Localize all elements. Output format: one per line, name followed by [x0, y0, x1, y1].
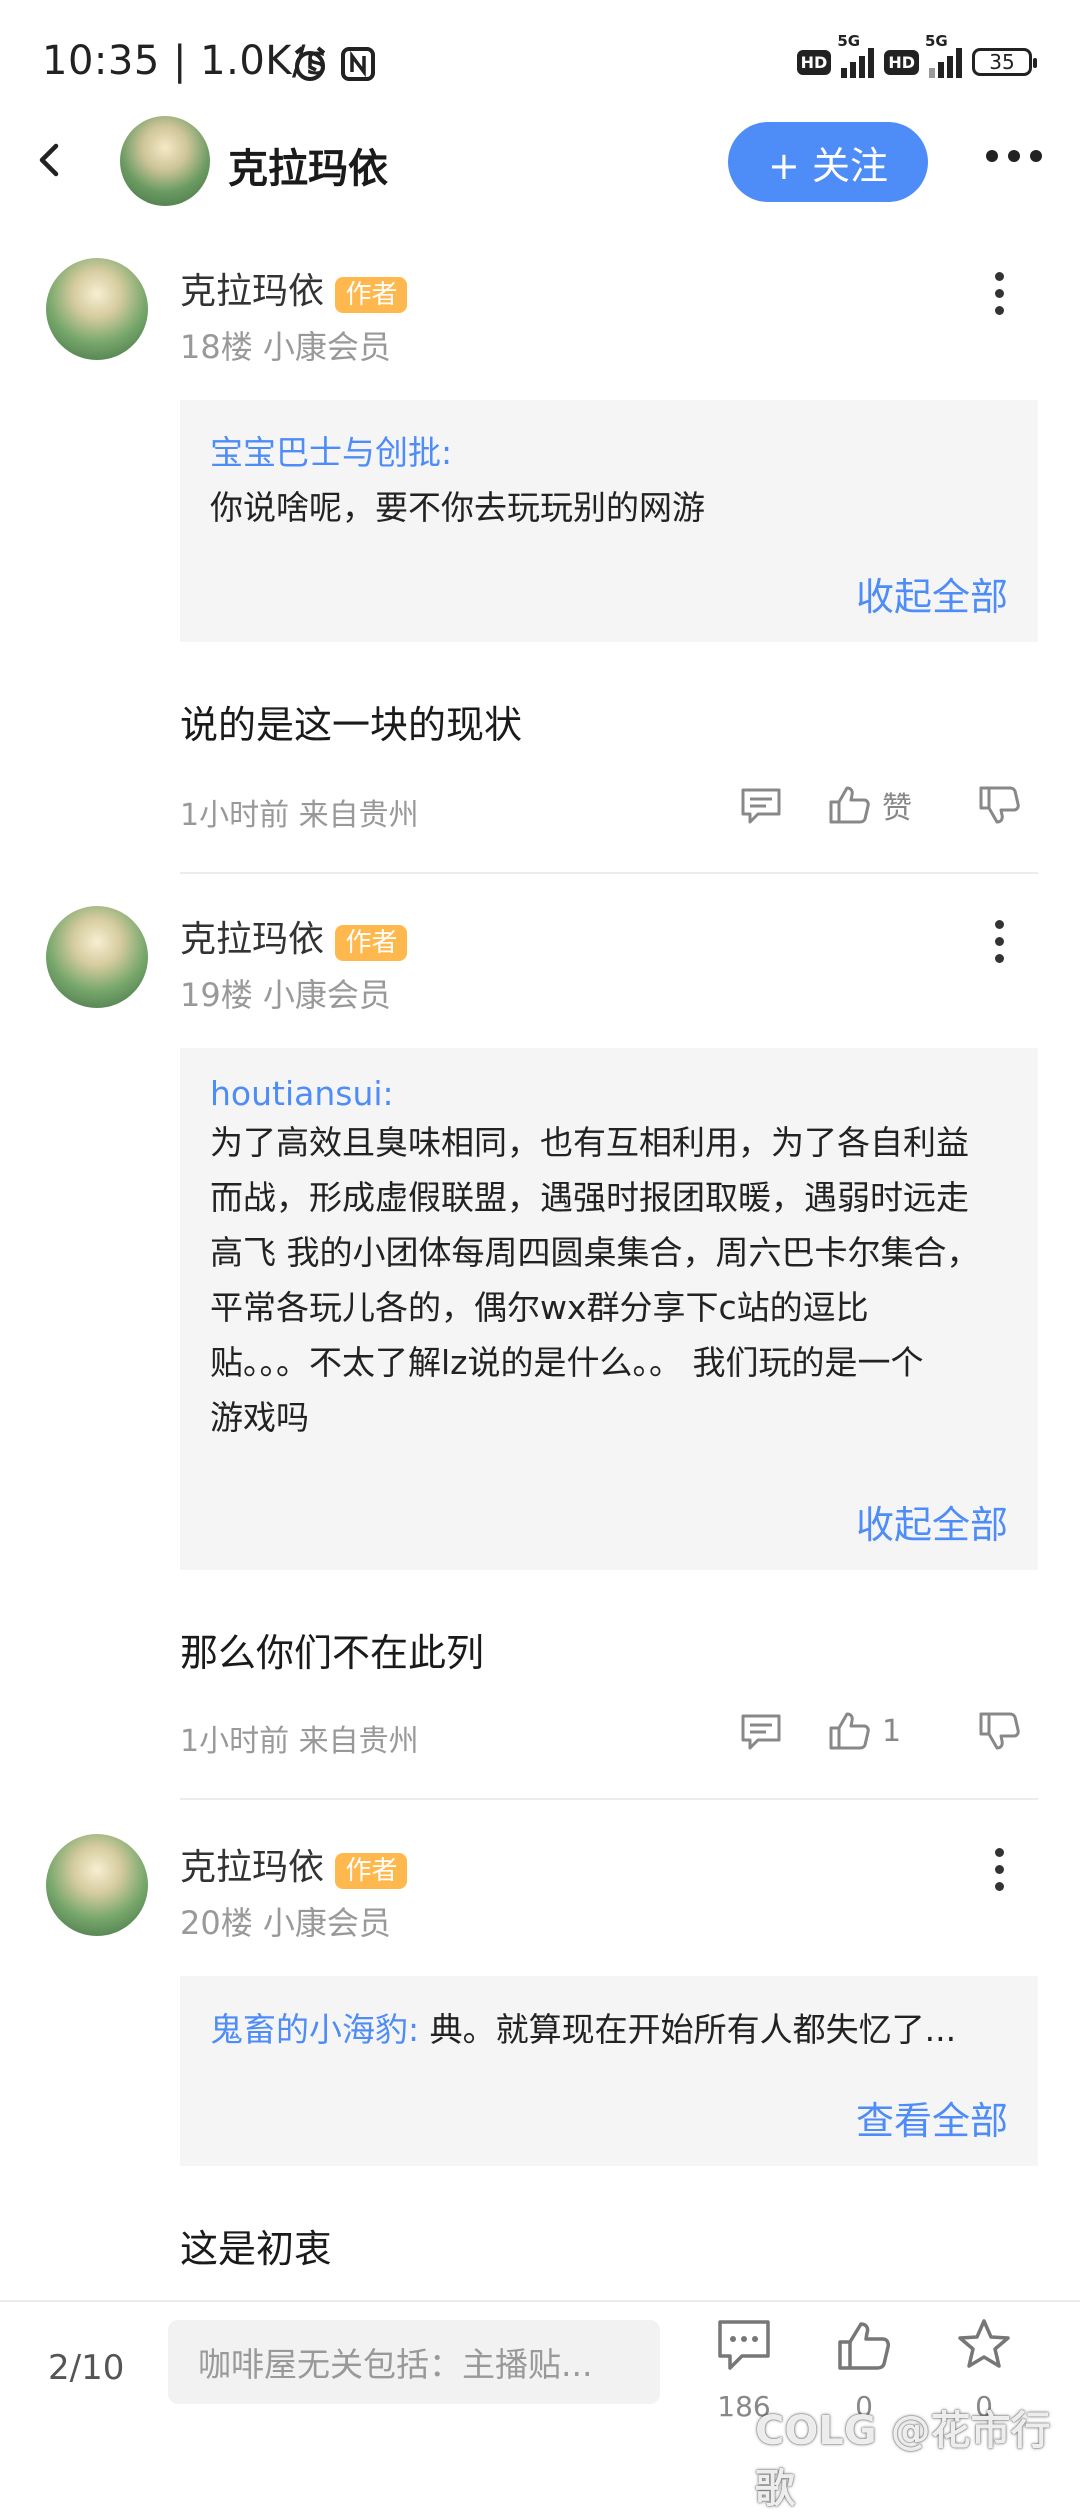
like-button[interactable]: 赞 — [826, 782, 912, 828]
quote-line: 高飞 我的小团体每周四圆桌集合，周六巴卡尔集合， — [210, 1233, 980, 1272]
author-name[interactable]: 克拉玛依 — [180, 271, 324, 312]
signal-icon-2: 5G — [925, 32, 962, 78]
quote-author[interactable]: 宝宝巴士与创批: — [210, 426, 1008, 474]
kebab-icon[interactable] — [992, 272, 1006, 323]
hd-badge: HD — [796, 49, 832, 75]
star-icon[interactable] — [944, 2316, 1024, 2378]
divider — [180, 1798, 1038, 1800]
reply-input[interactable]: 咖啡屋无关包括：主播贴... — [168, 2320, 660, 2404]
avatar[interactable] — [46, 1834, 148, 1936]
thumb-up-icon[interactable] — [824, 2316, 904, 2378]
post-author[interactable]: 克拉玛依 作者 — [180, 262, 408, 314]
reply-button[interactable] — [738, 782, 784, 828]
signal-icon: 5G — [837, 32, 875, 78]
author-name[interactable]: 克拉玛依 — [180, 919, 324, 960]
quote-line: 游戏吗 — [210, 1398, 309, 1437]
floor-meta: 20楼 小康会员 — [180, 1904, 391, 1942]
follow-button[interactable]: + 关注 — [728, 122, 928, 202]
page-indicator[interactable]: 2/10 — [48, 2348, 124, 2388]
reply-button[interactable] — [738, 1708, 784, 1754]
post-text: 那么你们不在此列 — [180, 1631, 485, 1675]
battery-icon: 35 — [972, 48, 1037, 76]
dislike-button[interactable] — [976, 782, 1022, 828]
kebab-icon[interactable] — [992, 920, 1006, 971]
author-badge: 作者 — [335, 925, 408, 961]
comment-icon[interactable] — [704, 2316, 784, 2378]
post-time: 1小时前 来自贵州 — [180, 1724, 419, 1759]
like-button[interactable]: 1 — [826, 1708, 901, 1754]
like-label: 赞 — [882, 791, 912, 826]
hd-badge-2: HD — [884, 49, 919, 75]
like-count: 1 — [882, 1713, 902, 1749]
avatar[interactable] — [46, 258, 148, 360]
network-type: 5G — [837, 32, 861, 50]
quote-author[interactable]: houtiansui: — [210, 1074, 1008, 1113]
dislike-button[interactable] — [976, 1708, 1022, 1754]
view-all-link[interactable]: 查看全部 — [856, 2090, 1008, 2145]
header-avatar[interactable] — [120, 116, 210, 206]
kebab-icon[interactable] — [992, 1848, 1006, 1899]
post-text: 说的是这一块的现状 — [180, 703, 523, 747]
collapse-all-link[interactable]: 收起全部 — [856, 1494, 1008, 1549]
back-arrow-icon[interactable] — [28, 138, 72, 182]
quote-author[interactable]: 鬼畜的小海豹: — [210, 2010, 419, 2049]
watermark: COLG @花市行歌 — [755, 2408, 1051, 2512]
quote-box[interactable]: 鬼畜的小海豹: 典。就算现在开始所有人都失忆了... 查看全部 — [180, 1976, 1038, 2166]
author-badge: 作者 — [335, 277, 408, 313]
floor-meta: 19楼 小康会员 — [180, 976, 391, 1014]
quote-text: 典。就算现在开始所有人都失忆了... — [429, 2010, 957, 2049]
quote-line: 鬼畜的小海豹: 典。就算现在开始所有人都失忆了... — [210, 2002, 1008, 2057]
nfc-icon — [340, 46, 376, 86]
page-title[interactable]: 克拉玛依 — [228, 136, 388, 194]
post-text: 这是初衷 — [180, 2227, 333, 2271]
battery-level: 35 — [989, 50, 1015, 74]
more-icon[interactable] — [986, 150, 1042, 162]
status-time: 10:35 | 1.0K/s — [42, 38, 328, 84]
thumb-up-icon — [829, 786, 870, 824]
floor-meta: 18楼 小康会员 — [180, 328, 391, 366]
avatar[interactable] — [46, 906, 148, 1008]
quote-box[interactable]: 宝宝巴士与创批: 你说啥呢，要不你去玩玩别的网游 收起全部 — [180, 400, 1038, 642]
quote-line: 而战，形成虚假联盟，遇强时报团取暖，遇弱时远走 — [210, 1178, 969, 1217]
quote-line: 平常各玩儿各的，偶尔wx群分享下c站的逗比 — [210, 1288, 869, 1327]
quote-line: 为了高效且臭味相同，也有互相利用，为了各自利益 — [210, 1123, 969, 1162]
author-name[interactable]: 克拉玛依 — [180, 1847, 324, 1888]
post-time: 1小时前 来自贵州 — [180, 798, 419, 833]
comment-icon — [741, 788, 781, 824]
author-badge: 作者 — [335, 1853, 408, 1889]
quote-box[interactable]: houtiansui: 为了高效且臭味相同，也有互相利用，为了各自利益 而战，形… — [180, 1048, 1038, 1570]
post-author[interactable]: 克拉玛依 作者 — [180, 1838, 408, 1890]
status-bar: 10:35 | 1.0K/s HD 5G HD 5G 35 — [0, 0, 1080, 130]
quote-text: 你说啥呢，要不你去玩玩别的网游 — [210, 488, 705, 527]
status-indicators: HD 5G HD 5G 35 — [796, 32, 1037, 84]
network-type-2: 5G — [925, 32, 948, 50]
thumb-up-icon — [829, 1712, 870, 1750]
divider — [180, 872, 1038, 874]
quote-line: 贴。。。不太了解lz说的是什么。。 我们玩的是一个 — [210, 1343, 924, 1382]
collapse-all-link[interactable]: 收起全部 — [856, 566, 1008, 621]
comment-icon — [741, 1714, 781, 1750]
alarm-icon — [290, 44, 330, 88]
thumb-down-icon — [979, 1712, 1020, 1750]
thumb-down-icon — [979, 786, 1020, 824]
post-author[interactable]: 克拉玛依 作者 — [180, 910, 408, 962]
quote-text: 为了高效且臭味相同，也有互相利用，为了各自利益 而战，形成虚假联盟，遇强时报团取… — [210, 1115, 1008, 1445]
